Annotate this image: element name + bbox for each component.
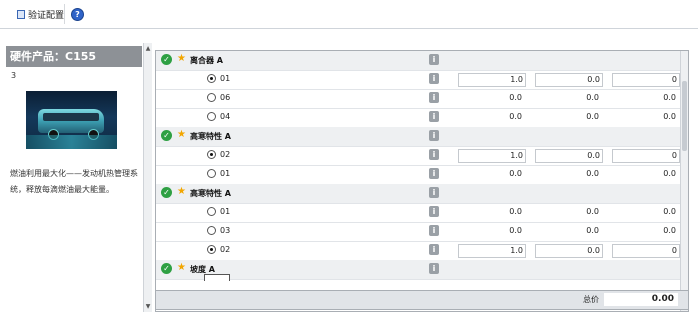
info-icon[interactable]: i [429,111,439,122]
price-field: 0.0 [586,112,599,121]
check-icon: ✓ [161,130,172,141]
quantity-field[interactable]: 1.0 [458,149,526,163]
option-label: 01 [220,74,231,83]
check-icon: ✓ [161,263,172,274]
toolbar-separator [64,4,65,24]
total-value: 0.00 [604,293,678,306]
group-row: ✓ ★ 坡度 Ai [156,260,680,281]
product-title: 硬件产品：C155 [6,46,142,67]
option-radio[interactable] [207,93,216,102]
subtotal-field: 0.0 [663,226,676,235]
option-label: 04 [220,112,231,121]
quantity-field[interactable]: 1.0 [458,244,526,258]
option-row[interactable]: 01 i 0.0 0.0 0.0 [156,203,680,223]
option-row[interactable]: 01 i 0.0 0.0 0.0 [156,165,680,185]
subtotal-field: 0.0 [663,93,676,102]
subtotal-field: 0.0 [663,112,676,121]
product-panel: 硬件产品：C155 3 燃油利用最大化——发动机热管理系统，释放每滴燃油最大能量… [0,43,152,312]
config-grid: ✓ ★ 离合器 Ai 01 i 1.0 0.0 0 06 i 0.0 0.0 0.0 04 i 0.0 0.0 0… [155,50,689,312]
left-scrollbar[interactable]: ▲ ▼ [143,43,152,312]
option-row[interactable]: 02 i 1.0 0.0 0 [156,146,680,166]
price-field: 0.0 [586,226,599,235]
star-icon: ★ [177,262,186,273]
product-image [26,91,117,149]
option-row[interactable]: 01 i 1.0 0.0 0 [156,70,680,90]
info-icon[interactable]: i [429,130,439,141]
scroll-up-icon[interactable]: ▲ [145,45,151,52]
subtotal-field: 0 [612,73,680,87]
subtotal-field: 0.0 [663,207,676,216]
price-field: 0.0 [586,169,599,178]
info-icon[interactable]: i [429,225,439,236]
verify-config-label: 验证配置 [28,10,65,21]
info-icon[interactable]: i [429,149,439,160]
price-field: 0.0 [535,73,603,87]
option-radio[interactable] [207,150,216,159]
star-icon: ★ [177,186,186,197]
option-radio[interactable] [207,207,216,216]
info-icon[interactable]: i [429,263,439,274]
price-field: 0.0 [586,93,599,102]
info-icon[interactable]: i [429,92,439,103]
group-label: 高寒特性 A [190,132,231,141]
option-label: 01 [220,169,231,178]
price-field: 0.0 [586,207,599,216]
product-description: 燃油利用最大化——发动机热管理系统，释放每滴燃油最大能量。 [10,169,138,194]
group-row: ✓ ★ 高寒特性 A i [156,184,680,204]
toolbar: 验证配置 ? [0,0,698,29]
verify-config-button[interactable]: 验证配置 [17,5,64,23]
info-icon[interactable]: i [429,206,439,217]
info-icon[interactable]: i [429,187,439,198]
quantity-field: 0.0 [509,207,522,216]
help-icon: ? [71,7,84,21]
option-row[interactable]: 06 i 0.0 0.0 0.0 [156,89,680,109]
quantity-field: 0.0 [509,226,522,235]
option-label: 01 [220,207,231,216]
quantity-field: 0.0 [509,169,522,178]
price-field: 0.0 [535,244,603,258]
total-label: 总价 [583,295,599,304]
star-icon: ★ [177,129,186,140]
help-button[interactable]: ? [71,5,84,23]
check-icon: ✓ [161,187,172,198]
check-icon: ✓ [161,54,172,65]
group-label: 离合器 A [190,56,223,65]
subtotal-field: 0.0 [663,169,676,178]
partial-input[interactable] [204,274,230,281]
document-icon [17,9,25,19]
info-icon[interactable]: i [429,168,439,179]
product-number: 3 [11,71,17,80]
option-radio[interactable] [207,112,216,121]
group-row: ✓ ★ 离合器 A i [156,51,680,71]
option-row[interactable]: 02 i 1.0 0.0 0 [156,241,680,261]
subtotal-field: 0 [612,244,680,258]
info-icon[interactable]: i [429,54,439,65]
option-label: 03 [220,226,231,235]
quantity-field[interactable]: 1.0 [458,73,526,87]
grid-scrollbar[interactable] [680,51,688,311]
scroll-down-icon[interactable]: ▼ [145,303,151,310]
option-label: 02 [220,150,231,159]
option-radio[interactable] [207,169,216,178]
option-radio[interactable] [207,245,216,254]
product-panel-content: 硬件产品：C155 3 燃油利用最大化——发动机热管理系统，释放每滴燃油最大能量… [6,43,142,312]
scroll-thumb[interactable] [682,81,687,151]
option-label: 06 [220,93,231,102]
subtotal-field: 0 [612,149,680,163]
info-icon[interactable]: i [429,73,439,84]
quantity-field: 0.0 [509,112,522,121]
option-label: 02 [220,245,231,254]
star-icon: ★ [177,53,186,64]
option-radio[interactable] [207,74,216,83]
option-row[interactable]: 03 i 0.0 0.0 0.0 [156,222,680,242]
option-radio[interactable] [207,226,216,235]
group-row: ✓ ★ 高寒特性 A i [156,127,680,147]
total-bar: 总价 0.00 [155,290,689,310]
price-field: 0.0 [535,149,603,163]
group-label: 高寒特性 A [190,189,231,198]
quantity-field: 0.0 [509,93,522,102]
info-icon[interactable]: i [429,244,439,255]
option-row[interactable]: 04 i 0.0 0.0 0.0 [156,108,680,128]
